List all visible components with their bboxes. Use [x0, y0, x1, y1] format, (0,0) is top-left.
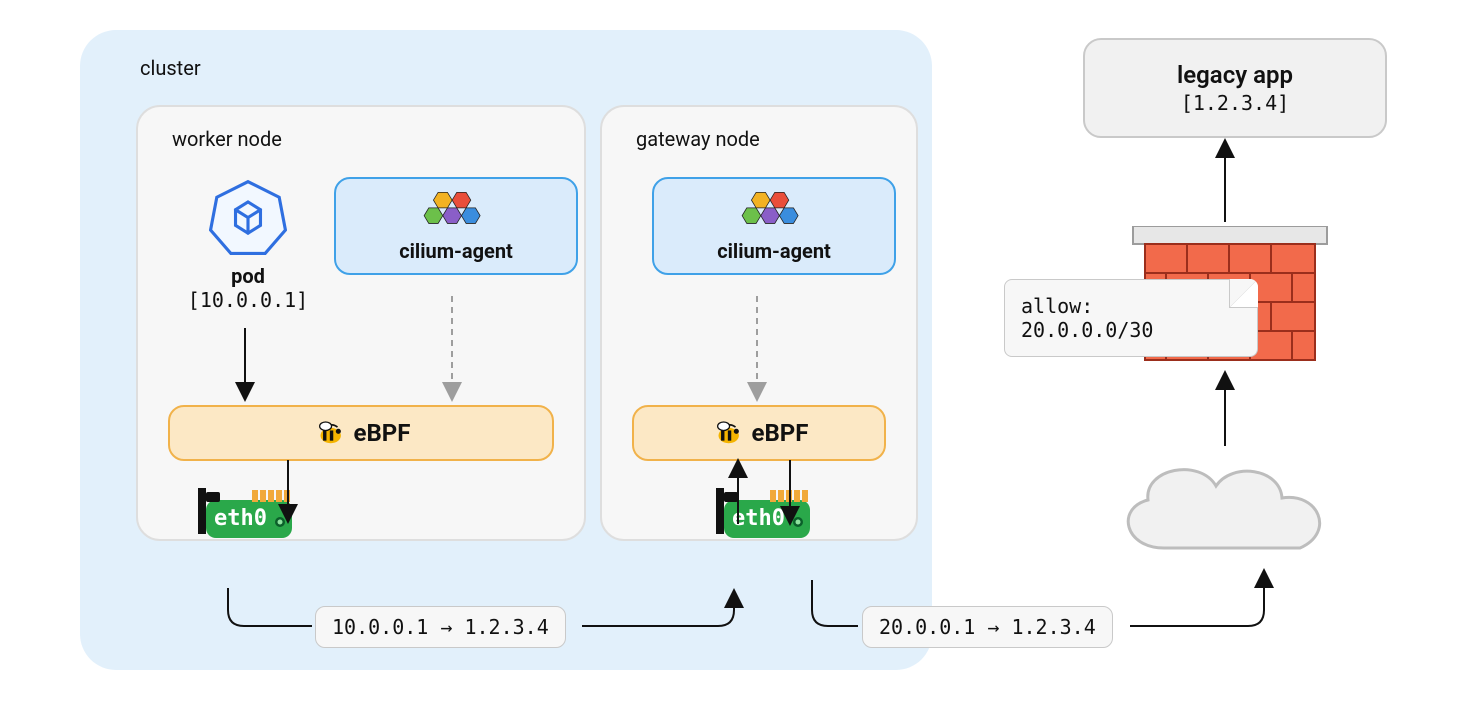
- arrows-layer: [0, 0, 1472, 710]
- diagram-stage: cluster worker node pod [10.0.0.1]: [0, 0, 1472, 710]
- arrow-path-w2g-left: [228, 588, 312, 626]
- arrow-path-g2c-left: [812, 580, 858, 626]
- arrow-path-g2c-right: [1130, 572, 1264, 626]
- arrow-path-w2g-right: [582, 592, 734, 626]
